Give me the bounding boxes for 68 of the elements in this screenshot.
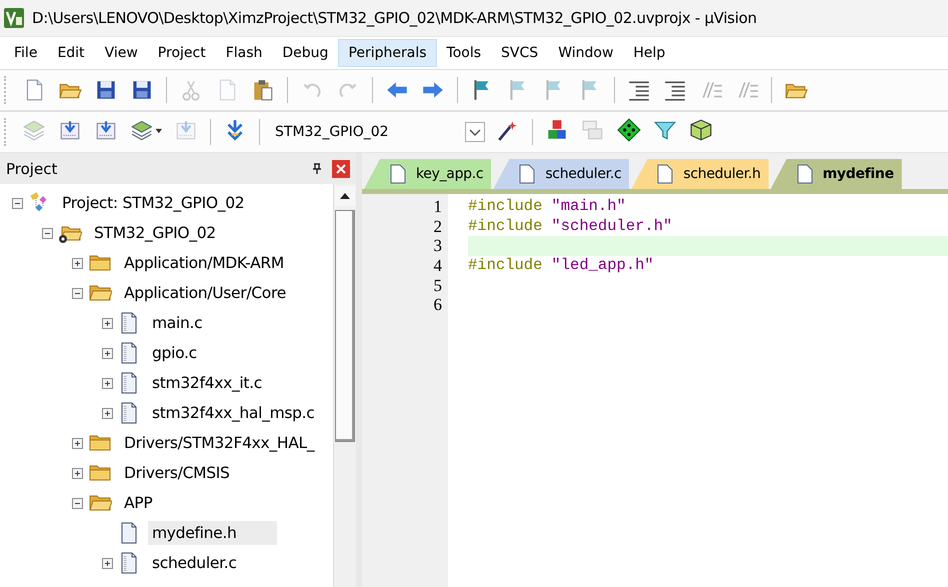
file-icon xyxy=(796,164,813,184)
expand-icon[interactable] xyxy=(102,378,113,388)
tree-item[interactable]: Project: STM32_GPIO_02 xyxy=(58,191,248,215)
file-tab[interactable]: mydefine xyxy=(770,159,902,189)
panel-title: Project xyxy=(6,160,58,178)
tree-item[interactable]: STM32_GPIO_02 xyxy=(90,221,220,245)
tree-item[interactable]: Drivers/CMSIS xyxy=(120,461,234,485)
menu-item[interactable]: View xyxy=(94,39,148,67)
tree-item[interactable]: main.c xyxy=(148,311,206,335)
line-number: 4 xyxy=(432,256,442,276)
code-keyword: #include xyxy=(468,197,542,215)
tree-item[interactable]: Application/User/Core xyxy=(120,281,290,305)
pin-icon[interactable] xyxy=(312,162,322,174)
tree-item[interactable]: Application/MDK-ARM xyxy=(120,251,288,275)
file-icon xyxy=(390,164,406,184)
expand-icon[interactable] xyxy=(102,408,113,418)
expand-icon[interactable] xyxy=(102,318,113,328)
close-icon[interactable] xyxy=(332,160,350,178)
menu-item[interactable]: Help xyxy=(623,39,676,67)
file-tab[interactable]: key_app.c xyxy=(364,159,492,189)
collapse-icon[interactable] xyxy=(72,288,83,298)
line-number: 6 xyxy=(432,295,442,316)
code-string: "scheduler.h" xyxy=(551,216,672,235)
collapse-icon[interactable] xyxy=(72,498,83,508)
expand-icon[interactable] xyxy=(102,348,113,358)
tree-item[interactable]: APP xyxy=(120,491,156,515)
file-icon xyxy=(519,164,536,184)
tree-item[interactable]: scheduler.c xyxy=(148,551,241,575)
window-title: D:\Users\LENOVO\Desktop\XimzProject\STM32_GPIO_02\MDK-ARM\STM32_GPIO_02.uvprojx - µVision xyxy=(32,9,757,27)
expand-icon[interactable] xyxy=(72,258,83,268)
menu-item[interactable]: Project xyxy=(148,39,216,67)
layers-dropdown-icon[interactable] xyxy=(130,118,162,142)
menu-item[interactable]: File xyxy=(4,39,48,67)
cube-icon[interactable] xyxy=(689,118,713,142)
line-number: 2 xyxy=(432,216,442,236)
collapse-icon[interactable] xyxy=(12,198,23,208)
tree-item[interactable]: stm32f4xx_hal_msp.c xyxy=(148,401,319,425)
tree-item[interactable]: Drivers/STM32F4xx_HAL_ xyxy=(120,431,318,455)
app-logo-icon xyxy=(4,8,24,28)
line-number: 3 xyxy=(432,236,442,256)
menu-item[interactable]: Peripherals xyxy=(338,39,437,67)
file-icon xyxy=(657,164,674,184)
line-number: 5 xyxy=(432,276,442,296)
tree-item[interactable]: mydefine.h xyxy=(148,521,277,545)
tree-item[interactable]: stm32f4xx_it.c xyxy=(148,371,266,395)
menu-item[interactable]: Tools xyxy=(436,39,492,67)
diamond-icon[interactable] xyxy=(617,118,641,142)
menu-item[interactable]: SVCS xyxy=(491,39,548,67)
scroll-thumb[interactable] xyxy=(335,210,355,442)
tree-item[interactable]: gpio.c xyxy=(148,341,201,365)
file-tab[interactable]: scheduler.h xyxy=(631,159,769,189)
expand-icon[interactable] xyxy=(72,468,83,478)
menu-item[interactable]: Edit xyxy=(47,39,95,67)
expand-icon[interactable] xyxy=(72,438,83,448)
collapse-icon[interactable] xyxy=(42,228,53,238)
line-number: 1 xyxy=(432,197,442,217)
menu-item[interactable]: Debug xyxy=(272,39,338,67)
menu-item[interactable]: Window xyxy=(548,39,624,67)
code-keyword: #include xyxy=(468,256,542,274)
scrollbar[interactable] xyxy=(333,184,356,587)
code-string: "main.h" xyxy=(551,197,626,215)
target-select[interactable]: STM32_GPIO_02 xyxy=(271,119,485,145)
code-string: "led_app.h" xyxy=(551,256,654,274)
file-tab[interactable]: scheduler.c xyxy=(493,159,630,189)
menu-item[interactable]: Flash xyxy=(216,39,272,67)
scroll-up-icon[interactable] xyxy=(335,186,355,206)
code-keyword: #include xyxy=(468,216,542,235)
expand-icon[interactable] xyxy=(102,558,113,568)
